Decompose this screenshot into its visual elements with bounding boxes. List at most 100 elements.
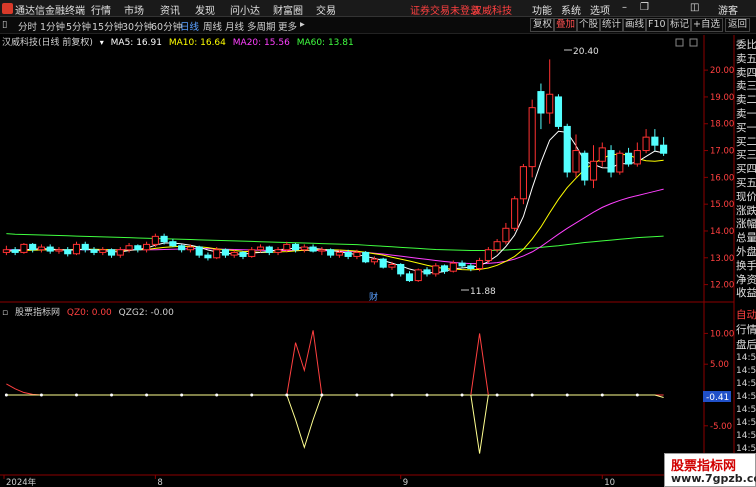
candle-body: [651, 136, 659, 146]
candle-body: [99, 249, 107, 253]
price-tick-label: 17.00: [710, 147, 734, 157]
side-auto-toggle[interactable]: 自动: [736, 307, 756, 322]
side-item: 涨跌: [736, 204, 756, 217]
baseline-dot: [495, 393, 499, 397]
qz0-line: [6, 383, 664, 396]
baseline-dot: [4, 393, 8, 397]
candle-body: [107, 249, 116, 256]
candle-body: [414, 269, 422, 282]
candle-body: [458, 262, 466, 267]
candle-body: [484, 249, 492, 261]
candle-body: [151, 235, 159, 245]
baseline-dot: [110, 393, 114, 397]
side-time: 14:5: [736, 431, 756, 441]
price-tick-label: 15.00: [710, 200, 734, 210]
time-tick-label: 10: [604, 478, 615, 487]
price-tick-label: 20.00: [710, 66, 734, 76]
candle-body: [239, 251, 247, 257]
candle-body: [335, 251, 343, 256]
side-item: 买五: [736, 177, 756, 189]
current-value-label: -0.41: [706, 393, 729, 403]
candle-body: [213, 249, 221, 259]
baseline-dot: [250, 393, 254, 397]
candle-body: [624, 152, 633, 165]
candle-body: [353, 251, 361, 257]
candle-body: [20, 243, 28, 253]
candle-body: [370, 258, 379, 263]
baseline-dot: [460, 393, 464, 397]
side-item: 净资: [736, 273, 756, 286]
candle-body: [134, 245, 142, 251]
chart-expand-icon[interactable]: [689, 38, 698, 47]
candle-body: [362, 251, 370, 263]
time-tick-label: 9: [403, 478, 408, 487]
candle-body: [598, 147, 606, 162]
sub-indicator-lines: [4, 330, 664, 454]
candle-body: [72, 243, 81, 255]
candle-body: [230, 251, 238, 256]
sub-tick-label: 10.00: [710, 329, 734, 339]
sub-tick-label: 5.00: [710, 360, 729, 370]
candle-body: [300, 246, 308, 251]
candle-body: [178, 245, 186, 251]
price-tick-label: 13.00: [710, 254, 734, 264]
price-tick-label: 19.00: [710, 93, 734, 103]
candle-body: [90, 249, 98, 253]
candle-body: [116, 249, 124, 256]
side-item: 买四: [736, 163, 756, 176]
baseline-dot: [355, 393, 359, 397]
side-time: 14:5: [736, 353, 756, 363]
candle-body: [554, 96, 563, 127]
candle-body: [493, 241, 501, 251]
candle-body: [283, 243, 291, 251]
side-item: 涨幅: [736, 218, 756, 231]
qzg2-spike: [286, 394, 323, 450]
ma60-line: [6, 233, 664, 252]
chart-settings-icon[interactable]: [675, 38, 684, 47]
qz0-spike: [286, 330, 323, 396]
candle-body: [11, 249, 19, 253]
baseline-dot: [285, 393, 289, 397]
watermark-logo: 股票指标网 www.7gpzb.com: [664, 453, 756, 487]
candle-body: [204, 254, 212, 259]
price-tick-label: 14.00: [710, 227, 734, 237]
min-price-label: 11.88: [470, 287, 496, 297]
candle-body: [511, 198, 519, 229]
side-item: 卖一: [736, 108, 756, 120]
candle-body: [467, 265, 475, 270]
candle-body: [388, 263, 396, 268]
candle-body: [55, 249, 63, 252]
candle-body: [195, 246, 203, 256]
candle-body: [125, 245, 133, 251]
max-price-label: 20.40: [573, 47, 599, 57]
sub-tick-label: -5.00: [710, 422, 732, 432]
side-item: 外盘: [736, 246, 756, 258]
time-tick-label: 8: [157, 478, 162, 487]
qzg2-line: [6, 394, 664, 399]
side-item: 总量: [736, 232, 756, 245]
baseline-dot: [390, 393, 394, 397]
side-item: 卖三: [736, 80, 756, 93]
side-time: 14:5: [736, 366, 756, 376]
candle-body: [2, 249, 10, 253]
side-item: 买三: [736, 149, 756, 162]
candle-body: [519, 166, 527, 200]
candle-body: [344, 251, 352, 257]
side-lower-item[interactable]: 行情: [736, 322, 756, 337]
side-item: 卖四: [736, 66, 756, 79]
side-lower-item[interactable]: 盘后: [736, 337, 756, 352]
candle-body: [256, 246, 265, 251]
event-marker[interactable]: 财: [369, 291, 378, 303]
price-tick-label: 18.00: [710, 120, 734, 130]
candle-body: [46, 246, 54, 252]
candle-body: [660, 144, 668, 154]
kline-chart[interactable]: 20.00 19.00 18.00 17.00 16.00 15.00 14.00 13.00…: [0, 0, 756, 487]
baseline-dot: [145, 393, 149, 397]
candle-body: [265, 246, 273, 253]
candle-body: [589, 160, 598, 181]
quote-side-panel: 委比 卖五 卖四 卖三 卖二 卖一 买一 买二 买三 买四 买五 现价 涨跌 涨幅 总量 外盘 换手 净资 收益 自动…: [734, 35, 756, 475]
candle-body: [449, 262, 457, 272]
candles: [2, 59, 668, 282]
candle-body: [327, 249, 335, 256]
side-item: 买一: [736, 121, 756, 134]
